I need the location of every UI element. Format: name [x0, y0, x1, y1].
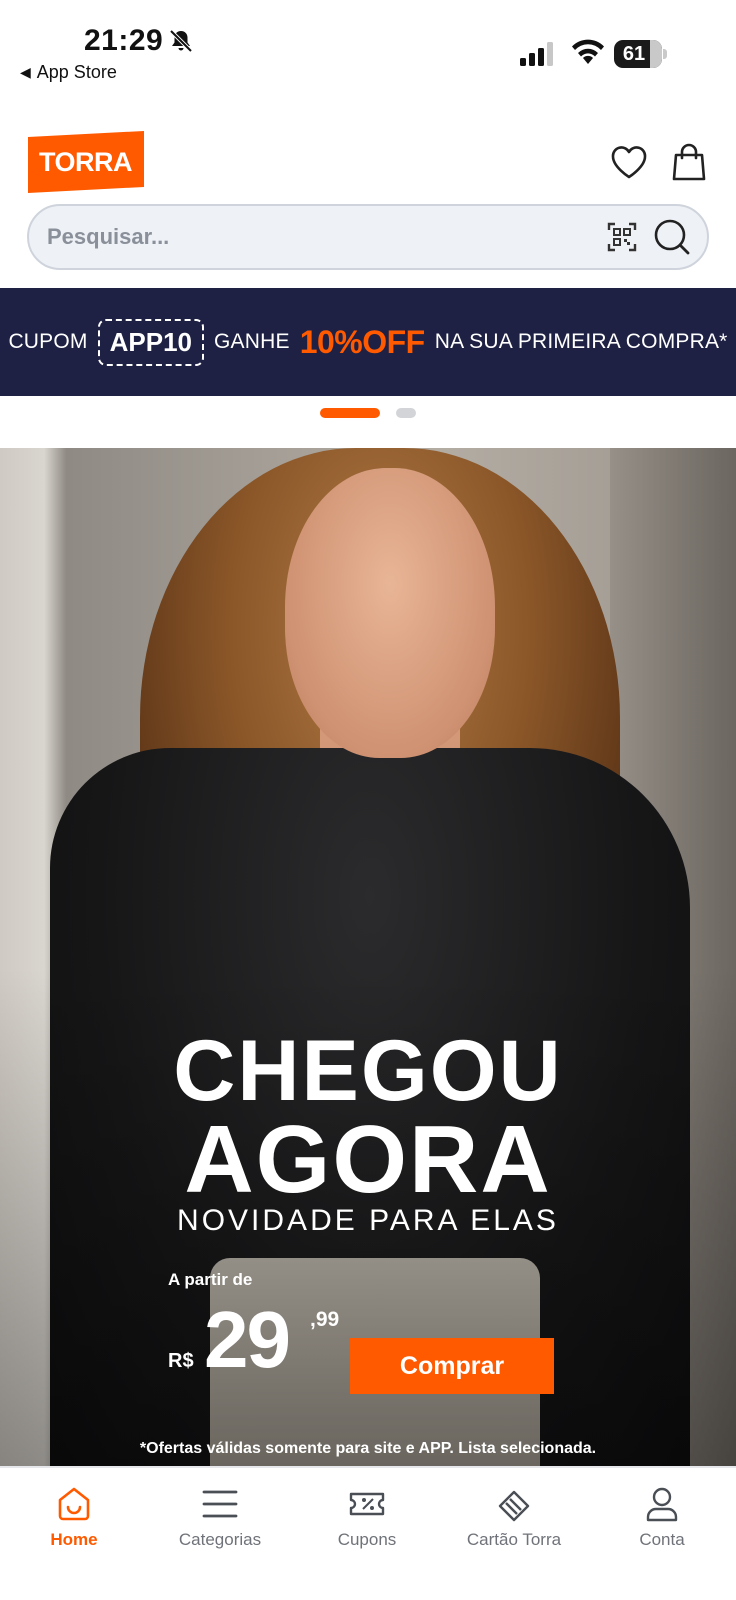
user-icon	[646, 1487, 678, 1522]
home-icon	[58, 1487, 90, 1521]
nav-categorias[interactable]: Categorias	[160, 1486, 280, 1566]
card-icon	[498, 1490, 530, 1522]
nav-home[interactable]: Home	[14, 1486, 134, 1566]
hero-title-line2: AGORA	[184, 1106, 552, 1213]
battery-indicator: 61	[614, 40, 668, 68]
status-bar: 21:29 ◀ App Store 61	[0, 0, 736, 96]
coupon-suffix: NA SUA PRIMEIRA COMPRA*	[434, 330, 728, 353]
nav-cartao-torra[interactable]: Cartão Torra	[454, 1486, 574, 1566]
nav-label-cupons: Cupons	[337, 1530, 397, 1549]
search-input[interactable]: Pesquisar...	[47, 206, 169, 268]
carousel-dot-active[interactable]	[320, 408, 380, 418]
coupon-prefix: CUPOM	[8, 330, 88, 353]
shopping-bag-icon[interactable]	[670, 142, 708, 182]
cellular-signal-icon	[520, 42, 553, 66]
buy-button[interactable]: Comprar	[350, 1338, 554, 1394]
hero-subtitle: NOVIDADE PARA ELAS	[177, 1204, 559, 1237]
price-currency: R$	[168, 1350, 194, 1372]
back-label: App Store	[36, 62, 117, 82]
nav-label-cartao-torra: Cartão Torra	[466, 1530, 562, 1549]
torra-logo[interactable]: TORRA	[28, 130, 144, 194]
status-time: 21:29	[84, 24, 164, 57]
bell-off-icon	[169, 29, 193, 53]
heart-icon[interactable]	[610, 144, 648, 180]
nav-label-conta: Conta	[639, 1530, 685, 1549]
back-arrow-icon: ◀	[20, 64, 31, 80]
logo-text: TORRA	[39, 146, 133, 177]
coupon-icon	[349, 1492, 385, 1516]
nav-label-categorias: Categorias	[178, 1530, 262, 1549]
hero-photo-face	[285, 468, 495, 758]
coupon-middle: GANHE	[214, 330, 290, 353]
hero-disclaimer: *Ofertas válidas somente para site e APP…	[139, 1440, 597, 1457]
back-to-app-store[interactable]: ◀ App Store	[20, 62, 117, 83]
nav-label-home: Home	[50, 1530, 98, 1549]
nav-conta[interactable]: Conta	[602, 1486, 722, 1566]
nav-cupons[interactable]: Cupons	[307, 1486, 427, 1566]
coupon-banner[interactable]: CUPOM APP10 GANHE 10%OFF NA SUA PRIMEIRA…	[0, 288, 736, 396]
qr-scan-icon[interactable]	[607, 222, 637, 252]
price-from-label: A partir de	[168, 1270, 253, 1289]
price-cents: ,99	[310, 1308, 340, 1331]
search-icon[interactable]	[653, 218, 691, 256]
battery-level: 61	[622, 43, 646, 65]
menu-icon	[202, 1490, 238, 1518]
search-bar[interactable]: Pesquisar...	[27, 204, 709, 270]
hero-title-line1: CHEGOU	[173, 1023, 563, 1119]
hero-banner[interactable]: CHEGOU AGORA NOVIDADE PARA ELAS A partir…	[0, 448, 736, 1466]
carousel-dot[interactable]	[396, 408, 416, 418]
coupon-code: APP10	[97, 318, 204, 366]
bottom-nav: Home Categorias Cupons Cartão Torra Cont…	[0, 1466, 736, 1600]
wifi-icon	[572, 39, 604, 64]
coupon-offer: 10%OFF	[299, 323, 426, 360]
price-value: 29	[204, 1295, 291, 1384]
